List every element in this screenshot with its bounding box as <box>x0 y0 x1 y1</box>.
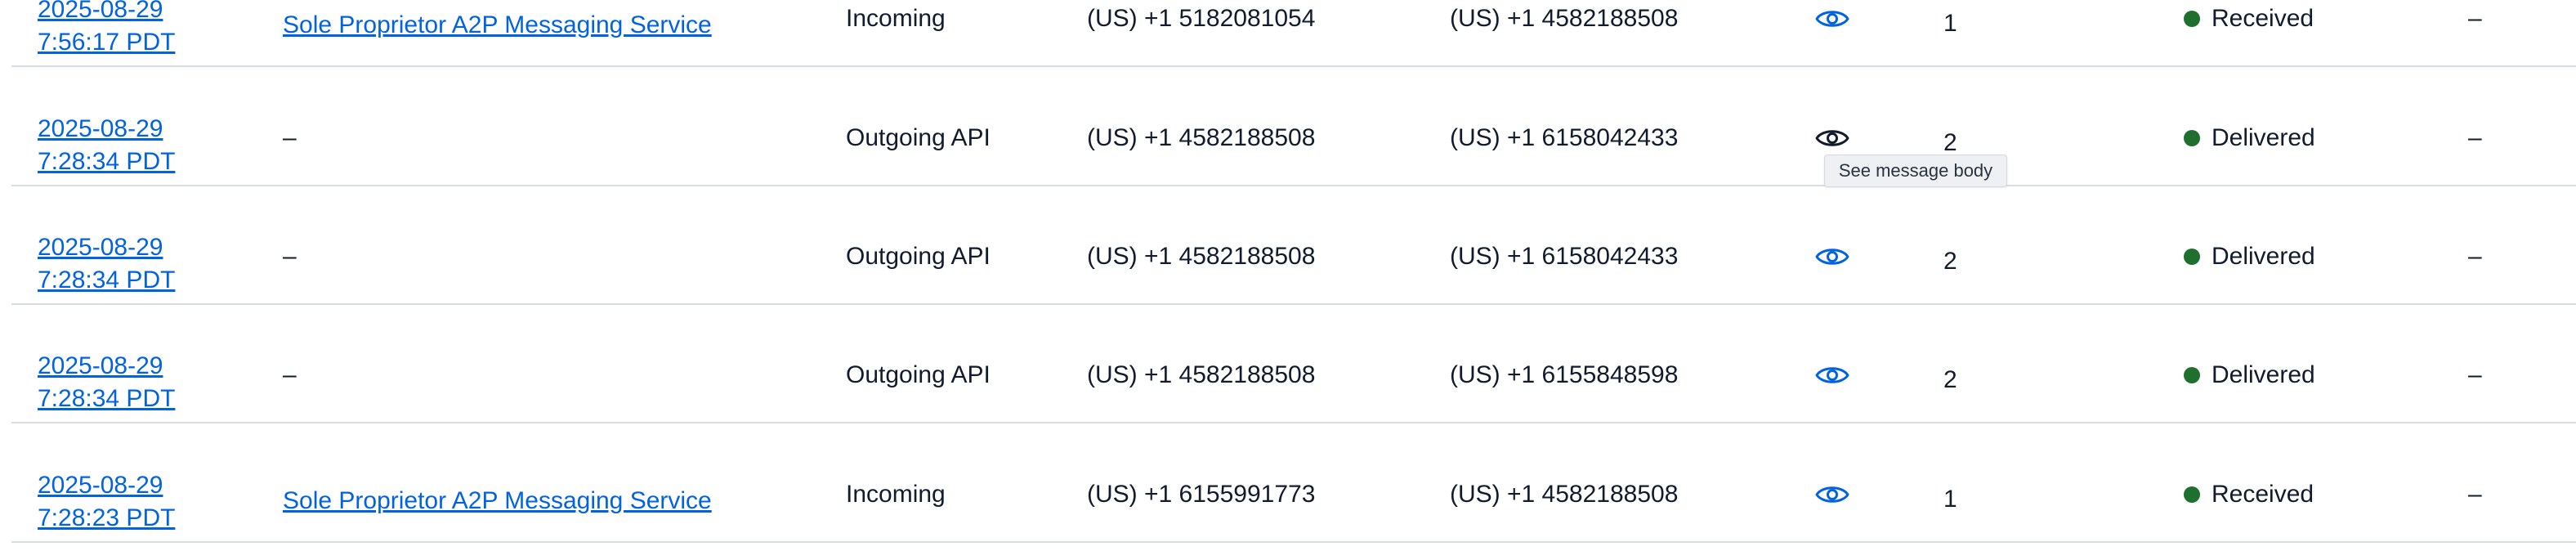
segment-count: 2 <box>1943 248 1957 275</box>
extra-value: – <box>2468 361 2482 388</box>
from-number: (US) +1 6155991773 <box>1087 481 1316 508</box>
message-date-link[interactable]: 2025-08-29 7:28:23 PDT <box>38 469 175 535</box>
messaging-service: – <box>283 243 297 270</box>
segment-count: 1 <box>1943 486 1957 513</box>
extra-value: – <box>2468 5 2482 32</box>
from-number: (US) +1 4582188508 <box>1087 124 1316 151</box>
status-label: Delivered <box>2212 361 2315 388</box>
table-row: 2025-08-29 7:28:34 PDT – Outgoing API (US) +… <box>11 187 2576 305</box>
to-number: (US) +1 4582188508 <box>1450 5 1679 32</box>
see-message-body-tooltip: See message body <box>1824 155 2007 187</box>
message-direction: Incoming <box>846 5 946 32</box>
view-message-body-button[interactable] <box>1814 126 1850 150</box>
message-time: 7:28:34 PDT <box>38 267 176 293</box>
from-number: (US) +1 4582188508 <box>1087 243 1316 270</box>
message-date-link[interactable]: 2025-08-29 7:28:34 PDT <box>38 113 175 178</box>
eye-icon <box>1815 11 1849 27</box>
message-time: 7:56:17 PDT <box>38 29 176 56</box>
status-dot-icon <box>2184 249 2200 265</box>
message-status: Received <box>2184 478 2314 511</box>
extra-value: – <box>2468 124 2482 151</box>
message-direction: Outgoing API <box>846 361 991 388</box>
status-label: Received <box>2212 5 2314 32</box>
message-status: Received <box>2184 2 2314 35</box>
from-number: (US) +1 4582188508 <box>1087 361 1316 388</box>
view-message-body-button[interactable] <box>1814 244 1850 269</box>
status-dot-icon <box>2184 367 2200 383</box>
message-status: Delivered <box>2184 240 2315 273</box>
to-number: (US) +1 6158042433 <box>1450 243 1679 270</box>
extra-value: – <box>2468 243 2482 270</box>
messaging-service-link[interactable]: Sole Proprietor A2P Messaging Service <box>283 9 712 42</box>
messages-table: 2025-08-29 7:56:17 PDT Sole Proprietor A2P… <box>0 0 2576 551</box>
to-number: (US) +1 4582188508 <box>1450 481 1679 508</box>
message-status: Delivered <box>2184 122 2315 155</box>
message-date-link[interactable]: 2025-08-29 7:28:34 PDT <box>38 350 175 415</box>
message-status: Delivered <box>2184 359 2315 392</box>
to-number: (US) +1 6155848598 <box>1450 361 1679 388</box>
message-direction: Outgoing API <box>846 243 991 270</box>
message-date: 2025-08-29 <box>38 0 163 23</box>
message-date: 2025-08-29 <box>38 234 163 261</box>
messaging-service-link[interactable]: Sole Proprietor A2P Messaging Service <box>283 485 712 517</box>
message-date: 2025-08-29 <box>38 115 163 142</box>
from-number: (US) +1 5182081054 <box>1087 5 1316 32</box>
messaging-service: – <box>283 124 297 151</box>
table-row: 2025-08-29 7:28:34 PDT – Outgoing API (US) +… <box>11 69 2576 186</box>
table-row: 2025-08-29 7:28:23 PDT Sole Proprietor A2P… <box>11 425 2576 543</box>
message-time: 7:28:23 PDT <box>38 504 176 531</box>
message-date: 2025-08-29 <box>38 352 163 379</box>
message-date-link[interactable]: 2025-08-29 7:28:34 PDT <box>38 231 175 297</box>
eye-icon <box>1815 367 1849 383</box>
message-date: 2025-08-29 <box>38 472 163 499</box>
status-label: Received <box>2212 481 2314 508</box>
message-time: 7:28:34 PDT <box>38 385 176 412</box>
message-date-link[interactable]: 2025-08-29 7:56:17 PDT <box>38 0 175 59</box>
status-dot-icon <box>2184 130 2200 146</box>
status-dot-icon <box>2184 486 2200 503</box>
table-row: 2025-08-29 7:28:34 PDT – Outgoing API (US) +… <box>11 306 2576 423</box>
extra-value: – <box>2468 481 2482 508</box>
view-message-body-button[interactable] <box>1814 7 1850 31</box>
message-direction: Incoming <box>846 481 946 508</box>
to-number: (US) +1 6158042433 <box>1450 124 1679 151</box>
eye-icon <box>1815 486 1849 503</box>
message-direction: Outgoing API <box>846 124 991 151</box>
view-message-body-button[interactable] <box>1814 482 1850 507</box>
eye-icon <box>1815 130 1849 146</box>
view-message-body-button[interactable] <box>1814 363 1850 387</box>
message-time: 7:28:34 PDT <box>38 148 176 175</box>
status-label: Delivered <box>2212 243 2315 270</box>
status-label: Delivered <box>2212 124 2315 151</box>
segment-count: 1 <box>1943 10 1957 37</box>
status-dot-icon <box>2184 11 2200 27</box>
table-row: 2025-08-29 7:56:17 PDT Sole Proprietor A2P… <box>11 0 2576 67</box>
eye-icon <box>1815 249 1849 265</box>
segment-count: 2 <box>1943 366 1957 393</box>
messaging-service: – <box>283 361 297 388</box>
